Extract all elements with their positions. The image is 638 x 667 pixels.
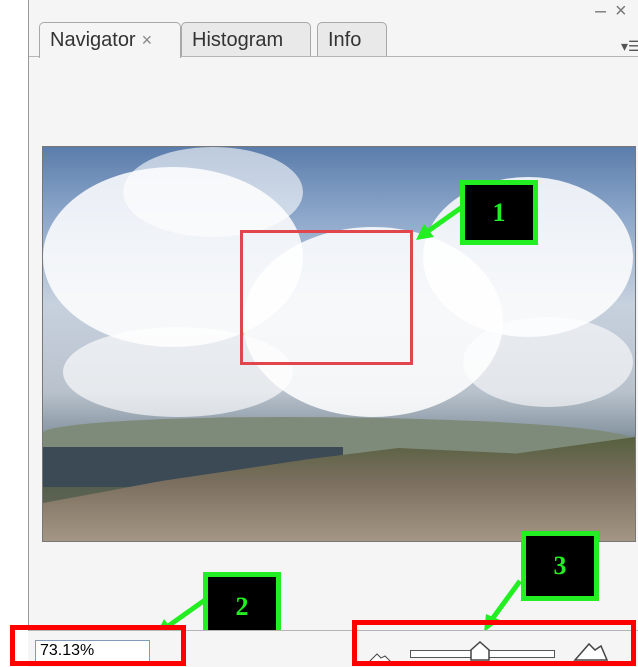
close-icon[interactable]: ×	[615, 0, 627, 23]
tab-label: Info	[328, 29, 362, 51]
view-area-box[interactable]	[240, 230, 413, 365]
minimize-button[interactable]: –	[595, 0, 606, 23]
close-icon[interactable]: ×	[142, 30, 153, 50]
cloud-shape	[123, 147, 303, 237]
tab-label: Histogram	[192, 29, 284, 51]
tab-label: Navigator	[50, 29, 136, 51]
cloud-shape	[463, 317, 633, 407]
panel-menu-icon[interactable]: ▾☰	[621, 38, 638, 55]
callout-1: 1	[460, 180, 538, 245]
tab-navigator[interactable]: Navigator ×	[39, 22, 181, 58]
highlight-box	[352, 620, 636, 666]
callout-3: 3	[521, 531, 599, 601]
tab-info[interactable]: Info	[317, 22, 387, 56]
tab-histogram[interactable]: Histogram	[181, 22, 311, 56]
tab-bar: Navigator × Histogram Info	[29, 22, 638, 58]
highlight-box	[10, 625, 186, 666]
